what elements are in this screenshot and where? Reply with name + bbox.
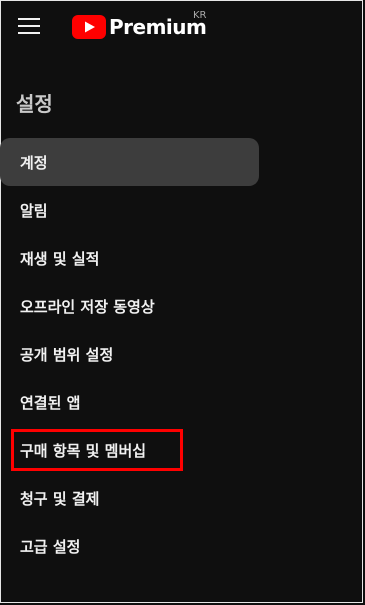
nav-item-advanced[interactable]: 고급 설정: [0, 522, 260, 570]
nav-item-privacy[interactable]: 공개 범위 설정: [0, 330, 260, 378]
nav-item-connected-apps[interactable]: 연결된 앱: [0, 378, 260, 426]
nav-item-billing[interactable]: 청구 및 결제: [0, 474, 260, 522]
nav-item-label: 공개 범위 설정: [20, 345, 114, 364]
nav-item-label: 재생 및 실적: [20, 249, 100, 268]
country-code: KR: [193, 10, 207, 21]
nav-item-downloads[interactable]: 오프라인 저장 동영상: [0, 282, 260, 330]
youtube-premium-logo[interactable]: Premium: [72, 12, 207, 42]
nav-item-label: 연결된 앱: [20, 393, 81, 412]
nav-item-label: 오프라인 저장 동영상: [20, 297, 155, 316]
nav-item-account[interactable]: 계정: [0, 138, 259, 186]
hamburger-menu-icon[interactable]: [18, 14, 42, 38]
nav-item-playback[interactable]: 재생 및 실적: [0, 234, 260, 282]
nav-item-purchases-memberships[interactable]: 구매 항목 및 멤버십: [0, 426, 260, 474]
nav-item-label: 청구 및 결제: [20, 489, 100, 508]
top-bar: Premium KR: [0, 0, 365, 56]
youtube-play-icon: [72, 15, 106, 39]
nav-item-label: 알림: [20, 201, 48, 220]
nav-item-label: 계정: [20, 153, 48, 172]
brand-name: Premium: [109, 15, 207, 39]
page-title: 설정: [16, 92, 53, 116]
settings-nav: 계정 알림 재생 및 실적 오프라인 저장 동영상 공개 범위 설정 연결된 앱…: [0, 138, 260, 570]
nav-item-label: 구매 항목 및 멤버십: [20, 441, 147, 460]
nav-item-notifications[interactable]: 알림: [0, 186, 260, 234]
nav-item-label: 고급 설정: [20, 537, 81, 556]
